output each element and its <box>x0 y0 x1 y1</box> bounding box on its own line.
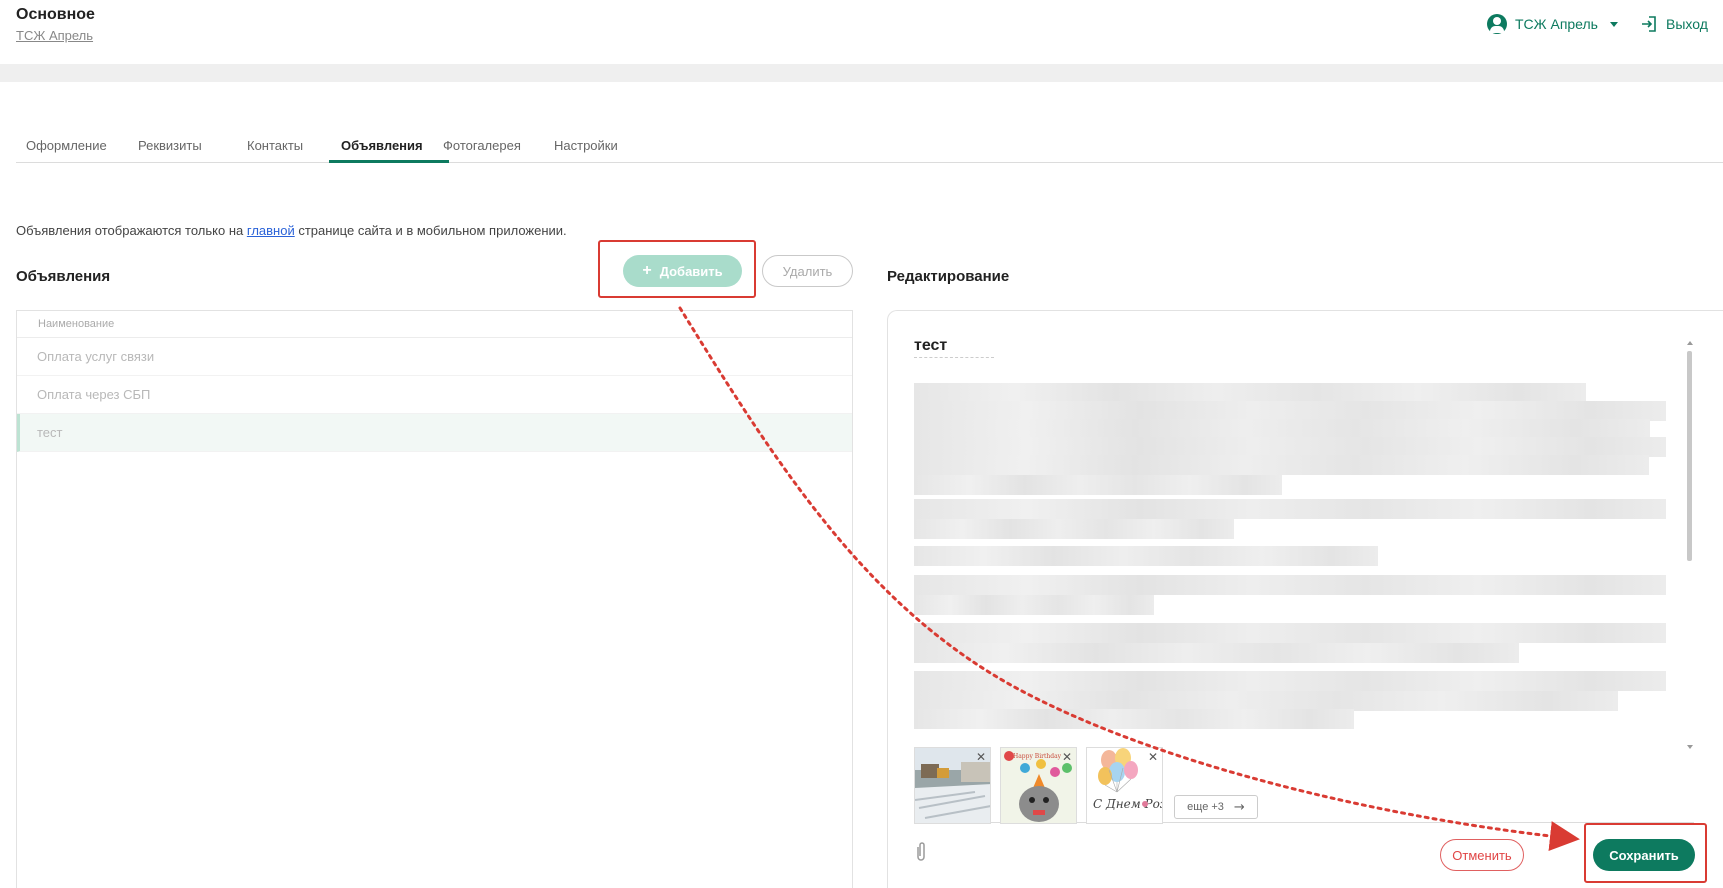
page-title: Основное <box>16 6 95 23</box>
blurred-announcement-text[interactable] <box>914 383 1666 729</box>
blurred-text-line <box>914 709 1354 729</box>
active-tab-indicator <box>329 160 449 163</box>
attachment-list: ✕ Happy Birthday ✕ С Днем Ро ✕ еще +3 → <box>914 737 1694 824</box>
blurred-text-line <box>914 455 1649 475</box>
blurred-text-line <box>914 419 1650 439</box>
user-menu[interactable]: ТСЖ Апрель <box>1487 13 1618 35</box>
more-attachments-button[interactable]: еще +3 → <box>1174 795 1258 819</box>
main-page-link[interactable]: главной <box>247 223 295 238</box>
attachment-thumbnail[interactable]: Happy Birthday ✕ <box>1000 747 1077 824</box>
breadcrumb-link[interactable]: ТСЖ Апрель <box>16 28 93 43</box>
logout-button[interactable]: Выход <box>1640 13 1708 35</box>
paperclip-icon-svg <box>917 842 925 861</box>
scrollbar-thumb[interactable] <box>1687 351 1692 561</box>
user-avatar-icon <box>1487 14 1507 34</box>
remove-attachment-icon[interactable]: ✕ <box>1148 750 1158 764</box>
thumb-greeting-caption: С Днем Рождения <box>1093 797 1163 811</box>
table-row[interactable]: Оплата услуг связи <box>17 338 852 376</box>
info-text-after: странице сайта и в мобильном приложении. <box>294 223 567 238</box>
header-divider <box>0 64 1723 82</box>
remove-attachment-icon[interactable]: ✕ <box>976 750 986 764</box>
arrow-right-icon: → <box>1233 799 1245 815</box>
blurred-text-line <box>914 475 1282 495</box>
annotation-highlight-save <box>1584 823 1707 883</box>
blurred-text-line <box>914 499 1666 519</box>
blurred-text-line <box>914 643 1519 663</box>
editor-scrollbar[interactable] <box>1686 341 1693 749</box>
tab-announcements[interactable]: Объявления <box>341 138 423 153</box>
table-row-selected[interactable]: тест <box>17 414 852 452</box>
tab-design[interactable]: Оформление <box>26 138 107 153</box>
editor-panel: тест ✕ Happy Birthday ✕ С Днем Ро ✕ еще … <box>887 310 1723 888</box>
info-text: Объявления отображаются только на главно… <box>16 223 567 238</box>
tab-requisites[interactable]: Реквизиты <box>138 138 202 153</box>
editing-heading: Редактирование <box>887 268 1010 285</box>
logout-icon <box>1642 16 1656 32</box>
blurred-text-line <box>914 383 1586 403</box>
tab-contacts[interactable]: Контакты <box>247 138 303 153</box>
attachment-thumbnail[interactable]: С Днем Рождения ✕ <box>1086 747 1163 824</box>
table-row[interactable]: Оплата через СБП <box>17 376 852 414</box>
chevron-down-icon <box>1609 21 1618 27</box>
blurred-text-line <box>914 437 1666 457</box>
blurred-text-line <box>914 595 1154 615</box>
blurred-text-line <box>914 691 1618 711</box>
paperclip-icon[interactable] <box>914 841 928 868</box>
announcements-heading: Объявления <box>16 268 111 285</box>
logout-label: Выход <box>1666 16 1708 32</box>
user-menu-label: ТСЖ Апрель <box>1515 16 1598 32</box>
remove-attachment-icon[interactable]: ✕ <box>1062 750 1072 764</box>
blurred-text-line <box>914 519 1234 539</box>
tab-bar: Оформление Реквизиты Контакты Объявления… <box>16 130 1723 163</box>
annotation-highlight-add <box>598 240 756 298</box>
svg-text:Happy Birthday: Happy Birthday <box>1013 753 1062 760</box>
info-text-before: Объявления отображаются только на <box>16 223 247 238</box>
column-header-name[interactable]: Наименование <box>17 311 852 338</box>
blurred-text-line <box>914 546 1378 566</box>
blurred-text-line <box>914 401 1666 421</box>
more-attachments-label: еще +3 <box>1187 801 1224 813</box>
cancel-button[interactable]: Отменить <box>1440 839 1524 871</box>
scroll-up-icon[interactable] <box>1687 341 1693 345</box>
attachment-thumbnail[interactable]: ✕ <box>914 747 991 824</box>
blurred-text-line <box>914 623 1666 643</box>
announcements-table: Наименование Оплата услуг связи Оплата ч… <box>16 310 853 888</box>
tab-photogallery[interactable]: Фотогалерея <box>443 138 521 153</box>
blurred-text-line <box>914 575 1666 595</box>
announcement-title-input[interactable]: тест <box>914 337 947 355</box>
top-bar: Основное ТСЖ Апрель ТСЖ Апрель Выход <box>0 0 1723 64</box>
delete-button[interactable]: Удалить <box>762 255 853 287</box>
app-root: Основное ТСЖ Апрель ТСЖ Апрель Выход Офо… <box>0 0 1723 888</box>
title-underline <box>914 357 994 358</box>
tab-settings[interactable]: Настройки <box>554 138 618 153</box>
blurred-text-line <box>914 671 1666 691</box>
